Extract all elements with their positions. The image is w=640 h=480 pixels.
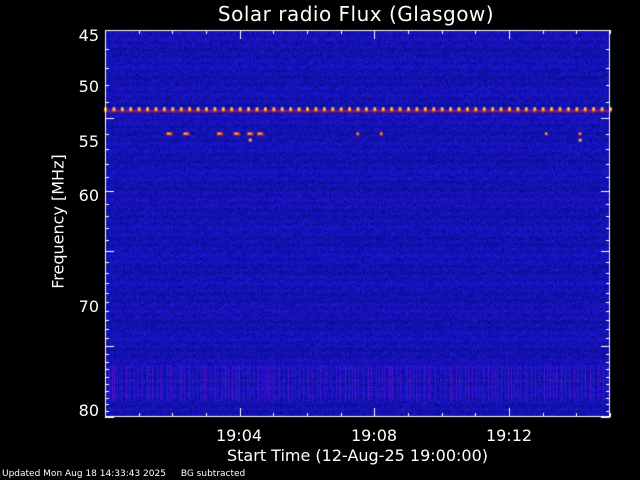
y-tick-label: 80 xyxy=(78,401,99,420)
y-tick-label: 50 xyxy=(78,77,99,96)
updated-timestamp: Updated Mon Aug 18 14:33:43 2025 xyxy=(2,469,166,479)
x-axis-label: Start Time (12-Aug-25 19:00:00) xyxy=(227,446,488,465)
y-tick-label: 45 xyxy=(78,26,99,45)
x-tick-label: 19:08 xyxy=(350,426,398,445)
chart-title: Solar radio Flux (Glasgow) xyxy=(217,2,495,26)
x-tick-label: 19:12 xyxy=(485,426,533,445)
background-mode: BG subtracted xyxy=(180,469,246,479)
footer-status: Updated Mon Aug 18 14:33:43 2025 BG subt… xyxy=(2,469,257,479)
x-tick-label: 19:04 xyxy=(215,426,263,445)
y-axis-label: Frequency [MHz] xyxy=(48,154,68,289)
